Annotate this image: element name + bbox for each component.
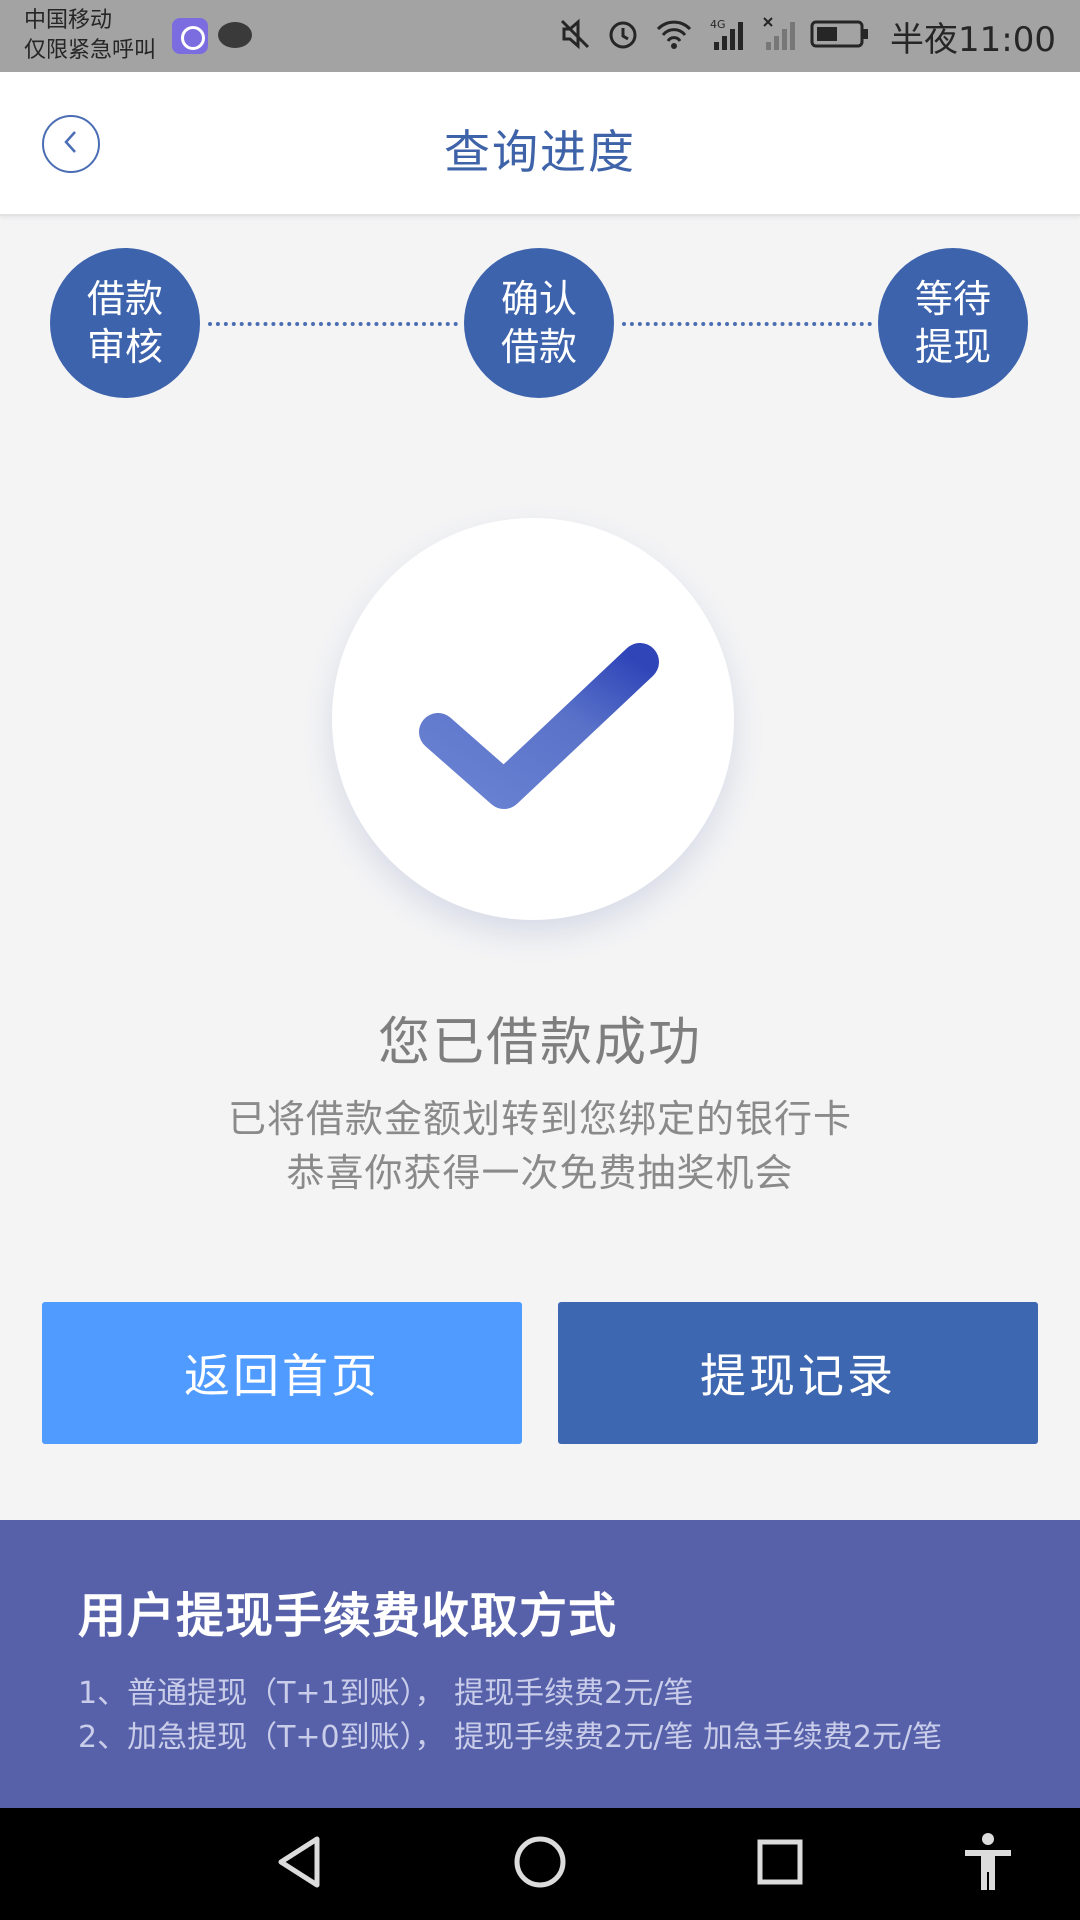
fee-title: 用户提现手续费收取方式 [78, 1588, 618, 1644]
step-label: 确认 [500, 277, 577, 321]
nav-back-button[interactable] [270, 1834, 330, 1894]
clock-time: 半夜11:00 [890, 19, 1056, 60]
app-header: 查询进度 [0, 72, 1080, 216]
progress-steps: 借款 审核 确认 借款 等待 提现 [0, 248, 1080, 400]
success-message: 已将借款金额划转到您绑定的银行卡 [227, 1097, 852, 1141]
fee-express-line: 2、加急提现（T+0到账）， 提现手续费2元/笔 加急手续费2元/笔 [78, 1720, 943, 1755]
no-signal-icon [762, 16, 796, 56]
carrier-info: 中国移动 仅限紧急呼叫 [24, 6, 156, 66]
fee-normal-line: 1、普通提现（T+1到账）， 提现手续费2元/笔 [78, 1676, 694, 1711]
nav-accessibility-button[interactable] [958, 1832, 1018, 1896]
system-nav-bar [0, 1808, 1080, 1920]
success-badge [332, 518, 734, 920]
status-icons: 4G 半夜11:00 [558, 14, 1056, 60]
step-await-withdraw: 等待 提现 [878, 248, 1028, 398]
checkmark-icon [419, 643, 659, 809]
step-label: 审核 [86, 325, 163, 369]
back-triangle-icon [275, 1835, 325, 1893]
fee-info-panel: 用户提现手续费收取方式 1、普通提现（T+1到账）， 提现手续费2元/笔 2、加… [0, 1520, 1080, 1808]
step-label: 提现 [914, 325, 991, 369]
app-icon [172, 18, 208, 54]
accessibility-icon [961, 1832, 1015, 1896]
step-confirm-loan: 确认 借款 [464, 248, 614, 398]
alarm-icon [606, 17, 640, 55]
chat-icon [218, 22, 252, 48]
status-bar: 中国移动 仅限紧急呼叫 4G 半夜11:00 [0, 0, 1080, 72]
wifi-icon [654, 17, 694, 55]
page-title: 查询进度 [444, 125, 636, 179]
network-type-label: 4G [710, 18, 726, 31]
step-label: 等待 [914, 277, 991, 321]
mute-icon [558, 17, 592, 55]
lottery-message: 恭喜你获得一次免费抽奖机会 [286, 1151, 794, 1195]
step-label: 借款 [86, 277, 163, 321]
emergency-only-label: 仅限紧急呼叫 [24, 38, 157, 63]
back-to-home-button[interactable]: 返回首页 [42, 1302, 522, 1444]
recent-square-icon [755, 1837, 805, 1891]
success-title: 您已借款成功 [377, 1013, 702, 1073]
signal-icon: 4G [708, 16, 748, 56]
carrier-name: 中国移动 [24, 8, 113, 33]
step-label: 借款 [500, 325, 577, 369]
withdraw-records-button[interactable]: 提现记录 [558, 1302, 1038, 1444]
step-connector [622, 322, 872, 326]
battery-icon [810, 19, 870, 53]
step-connector [208, 322, 458, 326]
home-circle-icon [512, 1834, 568, 1894]
nav-home-button[interactable] [510, 1834, 570, 1894]
step-loan-review: 借款 审核 [50, 248, 200, 398]
nav-recent-button[interactable] [750, 1834, 810, 1894]
